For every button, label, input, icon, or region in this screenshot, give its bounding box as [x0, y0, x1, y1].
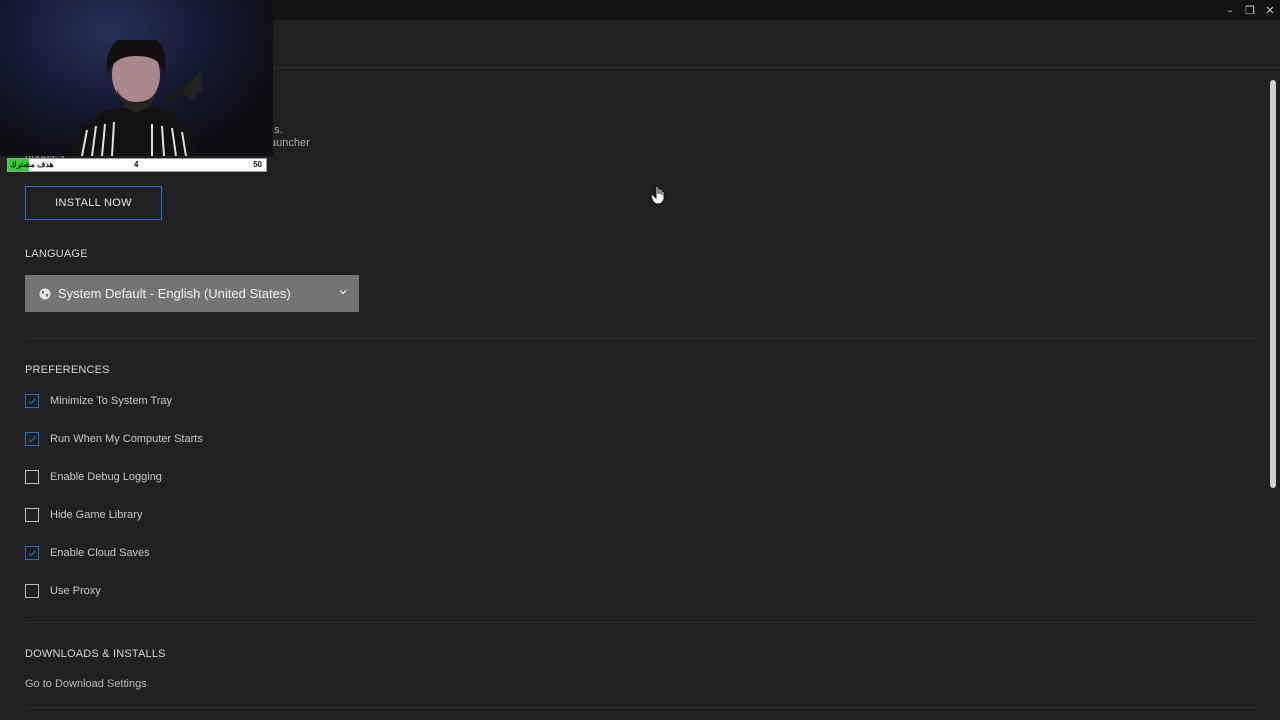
- goal-target-value: 50: [253, 160, 262, 169]
- downloads-section-title: DOWNLOADS & INSTALLS: [25, 648, 166, 660]
- pref-label: Minimize To System Tray: [50, 395, 173, 407]
- checkbox[interactable]: [25, 432, 39, 446]
- checkmark-icon: [28, 550, 36, 557]
- scrollbar-thumb[interactable]: [1270, 80, 1276, 488]
- pref-hide-game-library[interactable]: Hide Game Library: [25, 507, 142, 523]
- restore-button[interactable]: ❐: [1240, 0, 1260, 20]
- hand-cursor-icon: [650, 185, 665, 205]
- checkmark-icon: [28, 398, 36, 405]
- pref-cloud-saves[interactable]: Enable Cloud Saves: [25, 545, 150, 561]
- window-controls: – ❐ ✕: [1220, 0, 1280, 20]
- webcam-overlay: [0, 0, 273, 156]
- pref-label: Run When My Computer Starts: [50, 433, 203, 445]
- language-selected-value: System Default - English (United States): [58, 286, 291, 301]
- minimize-button[interactable]: –: [1220, 0, 1240, 20]
- goal-label: هدف مشترك: [10, 160, 54, 169]
- checkbox[interactable]: [25, 394, 39, 408]
- checkbox[interactable]: [25, 470, 39, 484]
- close-button[interactable]: ✕: [1260, 0, 1280, 20]
- pref-run-on-startup[interactable]: Run When My Computer Starts: [25, 431, 203, 447]
- globe-icon: [39, 288, 51, 299]
- pref-debug-logging[interactable]: Enable Debug Logging: [25, 469, 162, 485]
- checkmark-icon: [28, 436, 36, 443]
- download-settings-link[interactable]: Go to Download Settings: [25, 678, 147, 690]
- install-now-button[interactable]: INSTALL NOW: [25, 186, 162, 220]
- pref-label: Hide Game Library: [50, 509, 143, 521]
- pref-label: Enable Cloud Saves: [50, 547, 150, 559]
- chevron-down-icon: [339, 290, 347, 295]
- section-divider: [25, 338, 1256, 339]
- language-dropdown[interactable]: System Default - English (United States): [25, 275, 359, 312]
- section-divider: [25, 707, 1256, 708]
- preferences-section-title: PREFERENCES: [25, 364, 110, 376]
- checkbox[interactable]: [25, 546, 39, 560]
- pref-use-proxy[interactable]: Use Proxy: [25, 583, 101, 599]
- streamer-video: [72, 40, 202, 156]
- pref-minimize-to-tray[interactable]: Minimize To System Tray: [25, 393, 172, 409]
- pref-label: Enable Debug Logging: [50, 471, 162, 483]
- scrollbar[interactable]: [1270, 80, 1276, 712]
- checkbox[interactable]: [25, 508, 39, 522]
- settings-description-fragment: s.: [274, 124, 283, 136]
- checkbox[interactable]: [25, 584, 39, 598]
- language-section-title: LANGUAGE: [25, 248, 88, 260]
- goal-current-value: 4: [134, 160, 139, 169]
- settings-description-fragment: auncher: [270, 137, 310, 149]
- section-divider: [25, 622, 1256, 623]
- goal-progress-bar: هدف مشترك 4 50: [7, 158, 267, 172]
- pref-label: Use Proxy: [50, 585, 101, 597]
